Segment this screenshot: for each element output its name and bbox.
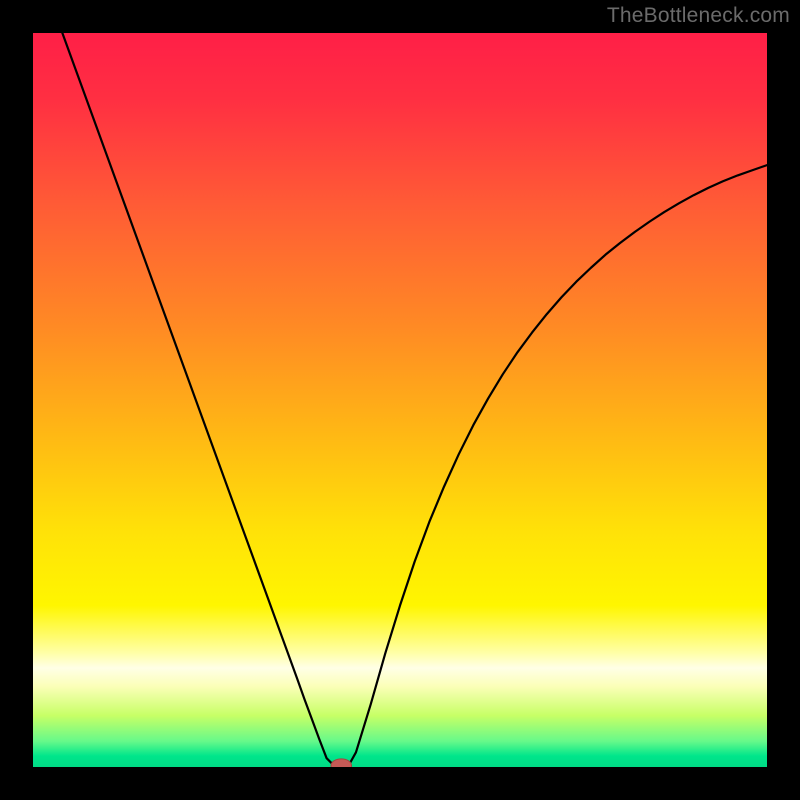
chart-svg	[33, 33, 767, 767]
chart-frame: TheBottleneck.com	[0, 0, 800, 800]
watermark-text: TheBottleneck.com	[607, 4, 790, 28]
gradient-background	[33, 33, 767, 767]
plot-area	[33, 33, 767, 767]
